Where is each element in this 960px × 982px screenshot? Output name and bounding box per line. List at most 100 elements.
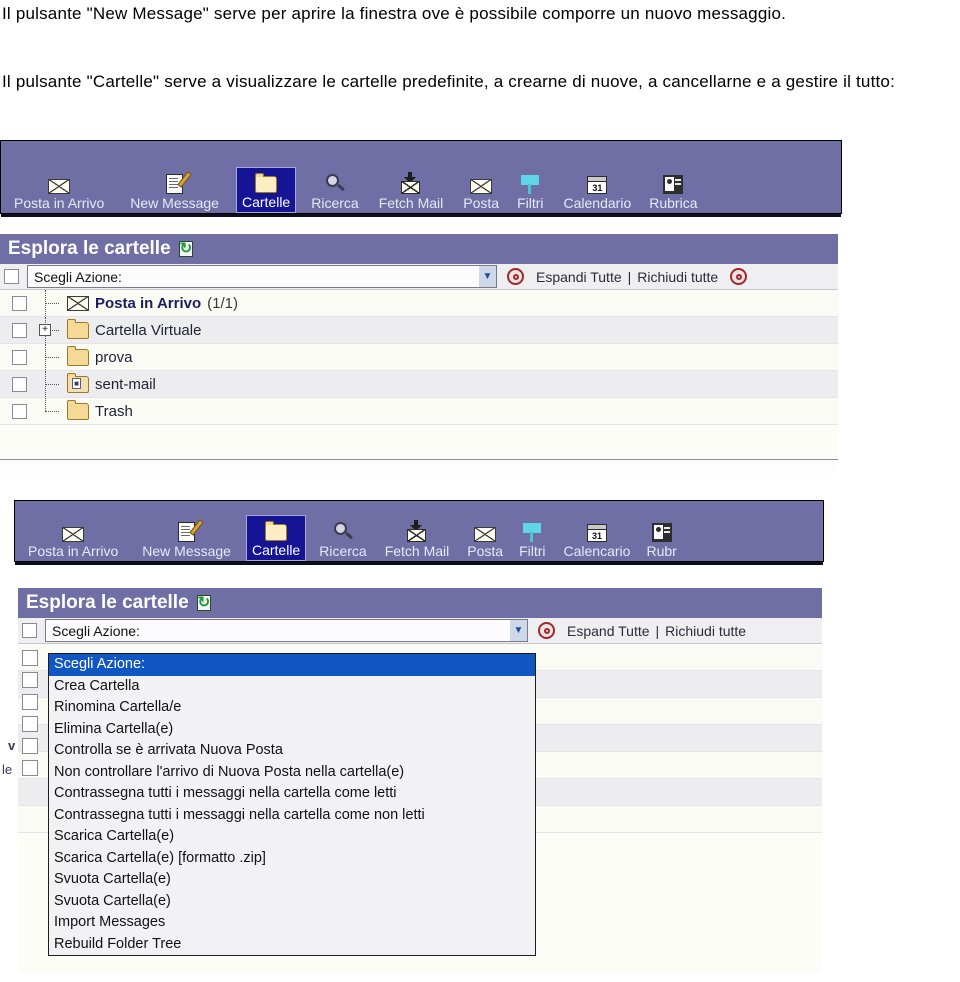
folder-checkbox[interactable] (22, 716, 38, 732)
chevron-down-icon[interactable]: ▼ (479, 266, 496, 287)
folder-open-icon-wrap (265, 519, 288, 541)
toolbar-button-label: New Message (130, 195, 219, 211)
folder-row[interactable]: Trash (0, 398, 838, 425)
dropdown-option[interactable]: Contrassegna tutti i messaggi nella cart… (49, 783, 535, 805)
magnifier-icon-wrap (333, 520, 353, 542)
dropdown-option[interactable]: Svuota Cartella(e) (49, 891, 535, 913)
dropdown-option[interactable]: Scarica Cartella(e) (49, 826, 535, 848)
panel-title: Esplora le cartelle (26, 592, 189, 613)
dropdown-option[interactable]: Import Messages (49, 912, 535, 934)
chevron-down-icon[interactable]: ▼ (510, 620, 527, 641)
collapse-all-link[interactable]: Richiudi tutte (665, 623, 746, 639)
folder-checkbox[interactable] (12, 349, 27, 365)
folder-row[interactable]: Posta in Arrivo (1/1) (0, 290, 838, 317)
folder-checkbox[interactable] (22, 738, 38, 754)
toolbar-button-calendario[interactable]: 31 Calendario (559, 169, 637, 213)
folder-checkbox[interactable] (22, 672, 38, 688)
folder-checkbox[interactable] (12, 403, 27, 419)
expand-all-link[interactable]: Espand Tutte (567, 623, 650, 639)
toolbar-button-filtri[interactable]: Filtri (512, 169, 548, 213)
toolbar-button-rubr[interactable]: Rubr (641, 517, 681, 561)
folder-row[interactable]: prova (0, 344, 838, 371)
dropdown-option[interactable]: Elimina Cartella(e) (49, 719, 535, 741)
address-book-icon (663, 175, 684, 194)
toolbar-button-label: Cartelle (241, 194, 291, 210)
dropdown-option[interactable]: Controlla se è arrivata Nuova Posta (49, 740, 535, 762)
toolbar-button-calencario[interactable]: 31 Calencario (559, 517, 636, 561)
folder-checkbox[interactable] (12, 376, 27, 392)
folder-row[interactable]: + Cartella Virtuale (0, 317, 838, 344)
collapse-all-link[interactable]: Richiudi tutte (637, 269, 718, 285)
toolbar-button-ricerca[interactable]: Ricerca (314, 517, 371, 561)
toolbar-button-label: New Message (142, 543, 231, 559)
compose-note-icon (166, 171, 192, 194)
dropdown-option[interactable]: Scarica Cartella(e) [formatto .zip] (49, 848, 535, 870)
action-select[interactable]: Scegli Azione: ▼ (45, 619, 528, 642)
help-ring-icon[interactable] (538, 622, 555, 639)
toolbar-button-posta[interactable]: Posta (462, 517, 508, 561)
paragraph-text: Il pulsante "New Message" serve per apri… (2, 4, 787, 23)
toolbar-button-filtri[interactable]: Filtri (514, 517, 550, 561)
help-ring-icon-right[interactable] (730, 268, 748, 285)
dropdown-option[interactable]: Contrassegna tutti i messaggi nella cart… (49, 805, 535, 827)
refresh-icon[interactable] (178, 239, 193, 257)
toolbar-button-fetch-mail[interactable]: Fetch Mail (374, 169, 449, 213)
expand-all-link[interactable]: Espandi Tutte (536, 269, 622, 285)
folder-name: sent-mail (95, 375, 156, 393)
folder-icon (67, 318, 89, 339)
folder-open-icon (255, 173, 278, 193)
toolbar-button-ricerca[interactable]: Ricerca (306, 169, 363, 213)
toolbar-button-posta[interactable]: Posta (458, 169, 504, 213)
toolbar-button-posta-in-arrivo[interactable]: Posta in Arrivo (23, 517, 123, 561)
dropdown-option[interactable]: Crea Cartella (49, 676, 535, 698)
panel-title: Esplora le cartelle (8, 238, 171, 259)
toolbar-button-new-message[interactable]: New Message (137, 517, 236, 561)
folder-checkbox[interactable] (12, 322, 27, 338)
toolbar-button-fetch-mail[interactable]: Fetch Mail (380, 517, 455, 561)
action-select[interactable]: Scegli Azione: ▼ (27, 265, 497, 288)
toolbar-button-posta-in-arrivo[interactable]: Posta in Arrivo (9, 169, 109, 213)
envelope-icon-wrap (48, 172, 71, 194)
funnel-icon (521, 175, 540, 194)
toolbar-button-new-message[interactable]: New Message (125, 169, 224, 213)
action-dropdown-open[interactable]: Scegli Azione: Crea Cartella Rinomina Cart… (48, 653, 536, 956)
envelope-icon-wrap (470, 172, 493, 194)
refresh-icon[interactable] (196, 593, 211, 611)
address-book-icon-wrap (651, 520, 672, 542)
toolbar-button-label: Fetch Mail (384, 543, 450, 559)
folder-icon (67, 399, 89, 420)
envelope-icon-wrap (62, 520, 85, 542)
intro-paragraph-cartelle: Il pulsante "Cartelle" serve a visualizz… (2, 68, 960, 95)
folder-count: (1/1) (207, 294, 238, 312)
select-all-checkbox[interactable] (22, 623, 37, 638)
folder-checkbox-column (22, 650, 48, 782)
fetch-mail-icon-wrap (400, 172, 421, 194)
expand-toggle-icon[interactable]: + (39, 324, 51, 336)
folder-checkbox[interactable] (22, 760, 38, 776)
folder-list: Posta in Arrivo (1/1) + Cartella Virtuale pr… (0, 290, 838, 460)
toolbar-underline (15, 562, 823, 565)
ghost-chevron-icon: v (8, 738, 16, 753)
folder-checkbox[interactable] (12, 295, 27, 311)
folder-checkbox[interactable] (22, 650, 38, 666)
folder-list-empty-area (0, 425, 838, 460)
tree-connector (27, 344, 67, 370)
toolbar-button-label: Posta (467, 543, 504, 559)
toolbar-button-cartelle[interactable]: Cartelle (245, 515, 307, 561)
toolbar-button-cartelle[interactable]: Cartelle (235, 167, 297, 213)
dropdown-option[interactable]: Scegli Azione: (49, 654, 535, 676)
help-ring-icon[interactable] (507, 268, 524, 285)
tree-line-horizontal (45, 357, 59, 358)
compose-note-icon (178, 519, 204, 542)
dropdown-option[interactable]: Svuota Cartella(e) (49, 869, 535, 891)
folder-checkbox[interactable] (22, 694, 38, 710)
dropdown-option[interactable]: Rebuild Folder Tree (49, 934, 535, 956)
dropdown-option[interactable]: Rinomina Cartella/e (49, 697, 535, 719)
intro-paragraph-new-message: Il pulsante "New Message" serve per apri… (2, 0, 960, 27)
toolbar-button-label: Cartelle (251, 542, 301, 558)
toolbar-button-rubrica[interactable]: Rubrica (644, 169, 702, 213)
folder-row[interactable]: ■ sent-mail (0, 371, 838, 398)
dropdown-option[interactable]: Non controllare l'arrivo di Nuova Posta … (49, 762, 535, 784)
select-all-checkbox[interactable] (4, 269, 19, 284)
toolbar-button-label: Posta in Arrivo (28, 543, 119, 559)
